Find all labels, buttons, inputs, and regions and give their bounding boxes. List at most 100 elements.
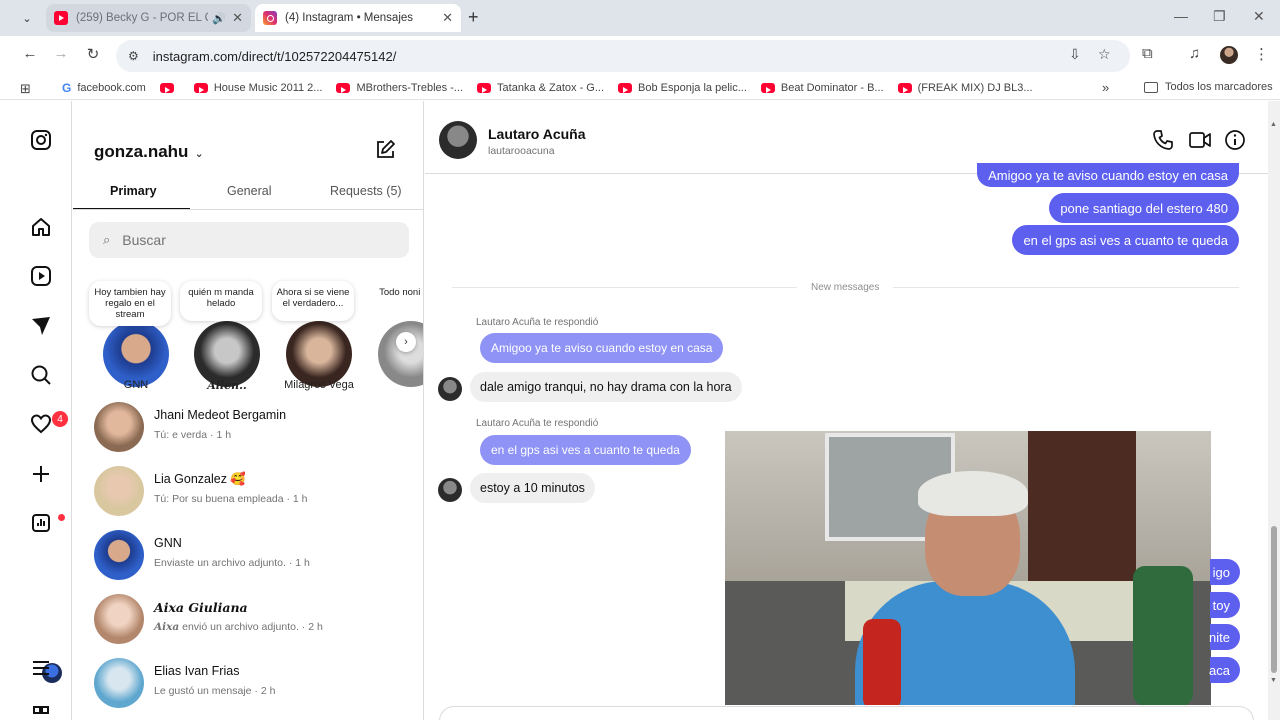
url-text[interactable]: instagram.com/direct/t/102572204475142/ — [153, 49, 397, 64]
avatar — [194, 321, 260, 387]
search-icon[interactable] — [28, 362, 54, 388]
youtube-icon — [760, 83, 775, 93]
new-messages-label: New messages — [797, 282, 894, 293]
info-icon[interactable] — [1224, 129, 1246, 157]
dashboard-icon[interactable] — [28, 510, 54, 536]
instagram-logo-icon[interactable] — [28, 127, 54, 153]
maximize-icon[interactable]: ❐ — [1213, 8, 1226, 25]
reels-icon[interactable] — [28, 263, 54, 289]
tab-instagram[interactable]: (4) Instagram • Mensajes ✕ — [255, 4, 461, 32]
tab-requests[interactable]: Requests (5) — [330, 184, 402, 198]
close-tab-icon[interactable]: ✕ — [232, 10, 243, 26]
webcam-person-hair — [918, 471, 1028, 516]
all-bookmarks-button[interactable]: Todos los marcadores — [1144, 81, 1273, 93]
site-settings-icon[interactable]: ⚙ — [128, 49, 139, 63]
scroll-thumb[interactable] — [1271, 526, 1277, 673]
conversation-row[interactable]: GNN Enviaste un archivo adjunto. · 1 h — [73, 522, 423, 586]
video-call-icon[interactable] — [1188, 129, 1212, 157]
media-control-icon[interactable]: ♫ — [1189, 45, 1200, 62]
menu-hamburger-icon[interactable] — [28, 655, 54, 681]
chat-scrollbar[interactable]: ▲ ▼ — [1268, 101, 1280, 720]
heart-icon[interactable] — [28, 411, 54, 437]
conversation-name: Elias Ivan Frias — [154, 664, 240, 678]
note-author: Allen.. — [207, 379, 247, 392]
quoted-message[interactable]: en el gps asi ves a cuanto te queda — [480, 435, 691, 465]
close-tab-icon[interactable]: ✕ — [442, 10, 453, 26]
bookmark-star-icon[interactable]: ☆ — [1098, 46, 1111, 63]
notification-badge: 4 — [52, 411, 68, 427]
sent-message-bubble[interactable]: pone santiago del estero 480 — [1049, 193, 1239, 223]
note-bubble: quién m manda helado — [180, 281, 262, 321]
sent-message-bubble[interactable]: en el gps asi ves a cuanto te queda — [1012, 225, 1239, 255]
address-bar[interactable]: ⚙ instagram.com/direct/t/102572204475142… — [116, 40, 1130, 72]
bookmark-item[interactable]: Tatanka & Zatox - G... — [477, 82, 604, 94]
conversation-preview: Tú: e verda · 1 h — [154, 429, 232, 441]
back-button[interactable]: ← — [19, 45, 41, 62]
forward-button[interactable]: → — [50, 45, 72, 62]
scroll-up-icon[interactable]: ▲ — [1270, 121, 1277, 128]
new-tab-button[interactable]: + — [468, 7, 479, 28]
extensions-icon[interactable]: ⧉ — [1142, 45, 1153, 62]
received-message-bubble[interactable]: estoy a 10 minutos — [470, 473, 595, 503]
bookmark-item[interactable]: Beat Dominator - B... — [760, 82, 884, 94]
sent-message-fragment[interactable]: toy — [1210, 592, 1240, 618]
conversation-row[interactable]: Aixa Giuliana Aixa envió un archivo adju… — [73, 586, 423, 650]
note-bubble: Ahora si se viene el verdadero... — [272, 281, 354, 321]
received-message-bubble[interactable]: dale amigo tranqui, no hay drama con la … — [470, 372, 742, 402]
bookmark-item[interactable]: Gfacebook.com — [62, 81, 146, 95]
sent-message-fragment[interactable]: nite — [1209, 624, 1240, 650]
conversation-row[interactable]: Jhani Medeot Bergamin Tú: e verda · 1 h — [73, 394, 423, 458]
more-bookmarks-icon[interactable]: » — [1102, 80, 1109, 95]
tab-search-chevron-icon[interactable]: ⌄ — [16, 7, 38, 29]
bookmark-item[interactable]: (FREAK MIX) DJ BL3... — [897, 82, 1033, 94]
sent-message-fragment[interactable]: igo — [1210, 559, 1240, 585]
messenger-icon[interactable] — [28, 313, 54, 339]
phone-icon[interactable] — [1152, 129, 1174, 157]
avatar — [94, 402, 144, 452]
install-app-icon[interactable]: ⇩ — [1069, 46, 1081, 63]
conversation-name: Jhani Medeot Bergamin — [154, 408, 287, 422]
folder-icon — [1144, 81, 1158, 93]
create-plus-icon[interactable] — [28, 461, 54, 487]
chevron-right-icon[interactable]: › — [396, 332, 416, 352]
google-icon: G — [62, 81, 72, 95]
bookmark-item[interactable] — [159, 83, 180, 93]
bookmark-item[interactable]: Bob Esponja la pelic... — [618, 82, 747, 94]
instagram-nav-rail: 4 — [10, 101, 72, 720]
conversation-preview: Enviaste un archivo adjunto. · 1 h — [154, 557, 310, 569]
tab-youtube[interactable]: (259) Becky G - POR EL CO... 🔊 ✕ — [46, 4, 251, 32]
search-input[interactable]: ⌕ Buscar — [89, 222, 409, 258]
conversation-name: Lia Gonzalez 🥰 — [154, 472, 246, 486]
note-author: GNN — [123, 379, 149, 391]
avatar — [94, 530, 144, 580]
tab-primary[interactable]: Primary — [110, 184, 157, 198]
apps-grid-icon[interactable] — [28, 701, 54, 720]
scroll-down-icon[interactable]: ▼ — [1270, 677, 1277, 684]
bookmark-item[interactable]: House Music 2011 2... — [193, 82, 322, 94]
avatar[interactable] — [438, 377, 462, 401]
sent-message-bubble[interactable]: Amigoo ya te aviso cuando estoy en casa — [977, 163, 1239, 187]
sent-message-fragment[interactable]: aca — [1209, 657, 1240, 683]
speaker-icon[interactable]: 🔊 — [212, 12, 226, 25]
reload-button[interactable]: ↻ — [82, 45, 104, 63]
microphone — [863, 619, 901, 705]
minimize-icon[interactable]: — — [1174, 8, 1188, 24]
avatar[interactable] — [439, 121, 477, 159]
profile-avatar[interactable] — [1220, 46, 1238, 64]
new-message-icon[interactable] — [374, 139, 396, 167]
avatar[interactable] — [438, 478, 462, 502]
message-input[interactable] — [439, 706, 1254, 720]
quoted-message[interactable]: Amigoo ya te aviso cuando estoy en casa — [480, 333, 724, 363]
apps-grid-icon[interactable]: ⊞ — [20, 81, 31, 97]
account-switcher[interactable]: gonza.nahu ⌄ — [94, 142, 204, 162]
conversation-row[interactable]: Lia Gonzalez 🥰 Tú: Por su buena empleada… — [73, 458, 423, 522]
home-icon[interactable] — [28, 214, 54, 240]
search-icon: ⌕ — [103, 232, 111, 247]
conversation-row[interactable]: Elias Ivan Frias Le gustó un mensaje · 2… — [73, 650, 423, 714]
menu-kebab-icon[interactable]: ⋮ — [1254, 45, 1269, 63]
chevron-down-icon: ⌄ — [194, 148, 204, 160]
contact-name[interactable]: Lautaro Acuña — [488, 126, 586, 142]
tab-general[interactable]: General — [227, 184, 271, 198]
bookmark-item[interactable]: MBrothers-Trebles -... — [336, 82, 463, 94]
close-window-icon[interactable]: ✕ — [1253, 8, 1265, 25]
